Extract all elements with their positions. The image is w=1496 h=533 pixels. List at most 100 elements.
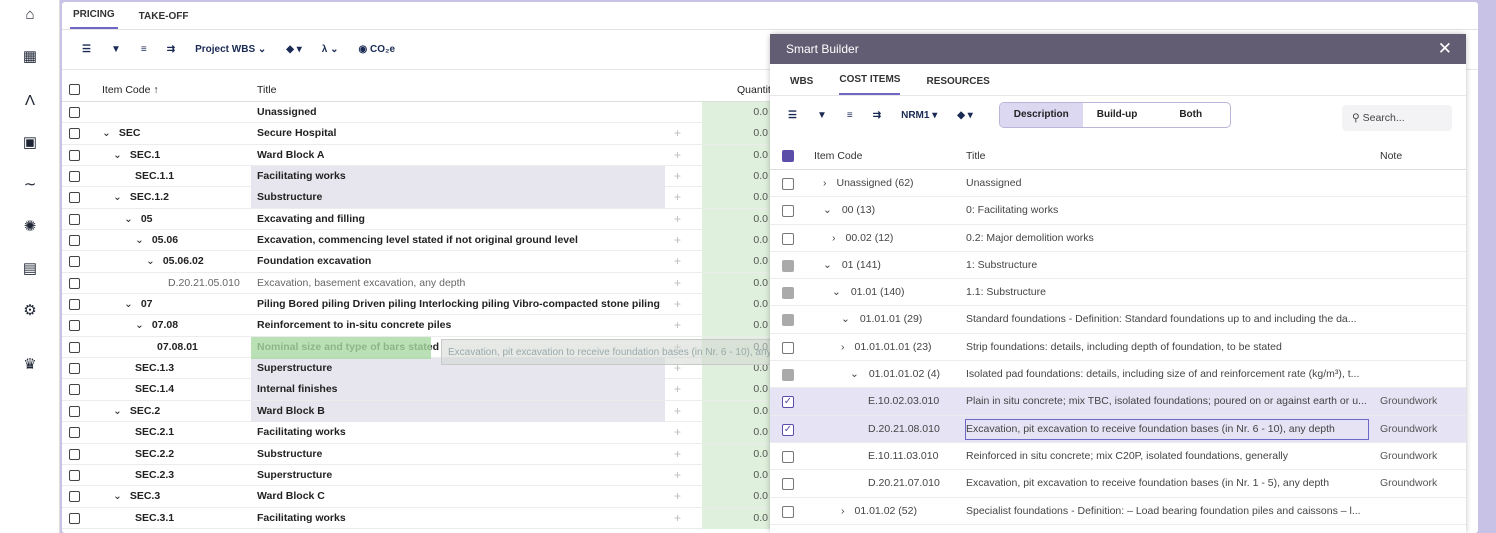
row-checkbox[interactable]: [782, 287, 794, 300]
quantity-cell[interactable]: 0.0: [702, 166, 772, 188]
chevron-down-icon[interactable]: ⌄: [823, 204, 832, 216]
tab-cost-items[interactable]: COST ITEMS: [839, 74, 901, 95]
list-item[interactable]: ⌄ 01 (141) 1: Substructure: [770, 252, 1466, 280]
row-checkbox[interactable]: [782, 450, 794, 463]
row-checkbox[interactable]: [69, 512, 80, 524]
row-checkbox[interactable]: [69, 363, 80, 375]
add-icon[interactable]: +: [674, 145, 681, 166]
users-icon[interactable]: ♛: [20, 354, 40, 374]
list-item[interactable]: ⌄ 00 (13) 0: Facilitating works: [770, 197, 1466, 225]
quantity-cell[interactable]: 0.0: [702, 400, 772, 422]
chevron-down-icon[interactable]: ⌄: [113, 490, 122, 502]
row-checkbox[interactable]: [69, 128, 80, 140]
table-row[interactable]: ⌄ 05.06 Excavation, commencing level state…: [62, 230, 772, 252]
list-item[interactable]: ⌄ 01.01.01.02 (4) Isolated pad foundations…: [770, 361, 1466, 389]
add-icon[interactable]: +: [674, 508, 681, 529]
row-checkbox[interactable]: [69, 235, 80, 247]
grid-icon[interactable]: ▦: [20, 46, 40, 66]
row-checkbox[interactable]: [782, 314, 794, 327]
tab-pricing[interactable]: PRICING: [70, 9, 118, 29]
list-icon[interactable]: ≡: [847, 110, 853, 121]
add-icon[interactable]: +: [674, 209, 681, 230]
row-checkbox[interactable]: [69, 192, 80, 204]
row-checkbox[interactable]: [782, 259, 794, 272]
qty-header[interactable]: Quantit: [737, 84, 771, 96]
row-checkbox[interactable]: [69, 341, 80, 353]
quantity-cell[interactable]: 0.0: [702, 230, 772, 252]
list-item[interactable]: › 01.01.01.01 (23) Strip foundations: deta…: [770, 334, 1466, 362]
row-checkbox[interactable]: ✓: [782, 396, 794, 409]
list-item[interactable]: D.20.21.07.010 Excavation, pit excavation…: [770, 470, 1466, 498]
add-icon[interactable]: +: [674, 465, 681, 486]
table-row[interactable]: SEC.3.1 Facilitating works +0.0: [62, 507, 772, 529]
list-item[interactable]: › Unassigned (62) Unassigned: [770, 170, 1466, 198]
tab-wbs[interactable]: WBS: [790, 76, 813, 95]
segment-both[interactable]: Both: [1151, 103, 1230, 127]
quantity-cell[interactable]: 0.0: [702, 422, 772, 444]
settings-icon[interactable]: ⚙: [20, 300, 40, 320]
chevron-down-icon[interactable]: ⌄: [832, 286, 841, 298]
chevron-right-icon[interactable]: ›: [841, 341, 845, 353]
chevron-down-icon[interactable]: ⌄: [113, 405, 122, 417]
row-checkbox[interactable]: [782, 478, 794, 491]
table-row[interactable]: SEC.1.1 Facilitating works +0.0: [62, 166, 772, 188]
wbs-dropdown[interactable]: Project WBS ⌄: [195, 44, 266, 55]
chevron-down-icon[interactable]: ⌄: [146, 255, 155, 267]
chevron-down-icon[interactable]: ⌄: [124, 298, 133, 310]
code-header[interactable]: Item Code ↑: [102, 84, 159, 96]
chevron-down-icon[interactable]: ⌄: [841, 313, 850, 325]
table-row[interactable]: D.20.21.05.010 Excavation, basement excav…: [62, 272, 772, 295]
table-row[interactable]: ⌄ SEC.1 Ward Block A +0.0: [62, 144, 772, 167]
filter-icon[interactable]: ▼: [817, 110, 827, 121]
row-checkbox[interactable]: [69, 171, 80, 183]
row-checkbox[interactable]: [69, 107, 80, 118]
add-icon[interactable]: +: [674, 401, 681, 422]
wrap-icon[interactable]: ⇉: [167, 44, 175, 55]
co2-toggle[interactable]: ◉ CO₂e: [359, 44, 396, 55]
row-checkbox[interactable]: [69, 149, 80, 161]
list-icon[interactable]: ≡: [141, 44, 147, 55]
add-icon[interactable]: +: [674, 251, 681, 272]
add-icon[interactable]: +: [674, 123, 681, 144]
columns-icon[interactable]: ☰: [82, 44, 91, 55]
row-checkbox[interactable]: [782, 505, 794, 518]
chevron-down-icon[interactable]: ⌄: [823, 259, 832, 271]
row-checkbox[interactable]: [69, 213, 80, 225]
chevron-down-icon[interactable]: ⌄: [124, 213, 133, 225]
quantity-cell[interactable]: 0.0: [702, 272, 772, 294]
row-checkbox[interactable]: [782, 205, 794, 218]
quantity-cell[interactable]: 0.0: [702, 144, 772, 166]
add-icon[interactable]: +: [674, 444, 681, 465]
compass-icon[interactable]: Λ: [20, 90, 40, 110]
tab-take-off[interactable]: TAKE-OFF: [136, 11, 192, 29]
segment-description[interactable]: Description: [999, 103, 1083, 127]
add-icon[interactable]: +: [674, 230, 681, 251]
chevron-down-icon[interactable]: ⌄: [135, 234, 144, 246]
list-item[interactable]: › 00.02 (12) 0.2: Major demolition works: [770, 225, 1466, 252]
trend-icon[interactable]: ∼: [20, 174, 40, 194]
table-row[interactable]: ⌄ SEC Secure Hospital +0.0: [62, 123, 772, 145]
chevron-right-icon[interactable]: ›: [823, 177, 827, 189]
quantity-cell[interactable]: 0.0: [702, 251, 772, 273]
quantity-cell[interactable]: 0.0: [702, 464, 772, 486]
table-row[interactable]: SEC.2.2 Substructure +0.0: [62, 443, 772, 465]
chevron-down-icon[interactable]: ⌄: [113, 149, 122, 161]
search-input[interactable]: ⚲ Search...: [1342, 105, 1452, 131]
layers-icon[interactable]: ◆ ▾: [286, 44, 302, 55]
row-checkbox[interactable]: [782, 369, 794, 382]
row-checkbox[interactable]: [69, 320, 80, 332]
close-icon[interactable]: ✕: [1438, 39, 1452, 59]
row-checkbox[interactable]: [782, 341, 794, 354]
quantity-cell[interactable]: 0.0: [702, 315, 772, 337]
table-row[interactable]: SEC.1.4 Internal finishes +0.0: [62, 379, 772, 401]
filter-icon[interactable]: ▼: [111, 44, 121, 55]
table-row[interactable]: ⌄ SEC.3 Ward Block C +0.0: [62, 486, 772, 508]
layers-icon[interactable]: ◆ ▾: [957, 110, 973, 121]
quantity-cell[interactable]: 0.0: [702, 486, 772, 508]
bag-icon[interactable]: ▣: [20, 132, 40, 152]
row-checkbox[interactable]: [69, 384, 80, 396]
person-icon[interactable]: λ ⌄: [322, 44, 339, 55]
add-icon[interactable]: +: [674, 379, 681, 400]
add-icon[interactable]: +: [674, 422, 681, 443]
table-row[interactable]: ⌄ SEC.2 Ward Block B +0.0: [62, 400, 772, 423]
